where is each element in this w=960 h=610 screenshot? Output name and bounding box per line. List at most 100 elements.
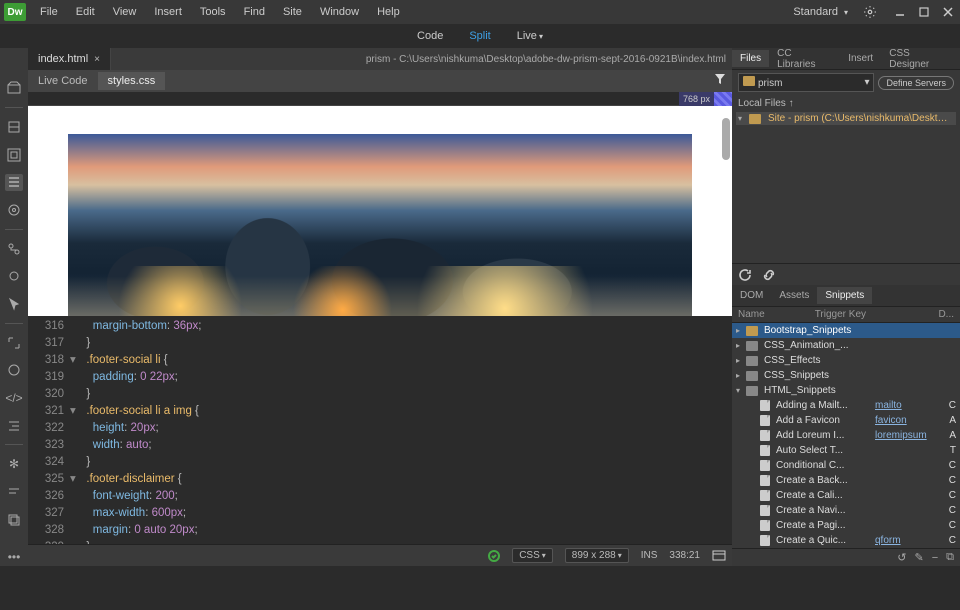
panel-tab-dom[interactable]: DOM bbox=[732, 287, 771, 304]
tool-text-icon[interactable] bbox=[5, 362, 23, 380]
related-files-bar: Live Code styles.css bbox=[28, 70, 732, 92]
tool-manage-icon[interactable] bbox=[5, 80, 23, 98]
snippet-item[interactable]: Create a Back...C bbox=[732, 473, 960, 488]
app-logo: Dw bbox=[4, 3, 26, 21]
menu-help[interactable]: Help bbox=[369, 3, 408, 21]
menu-tools[interactable]: Tools bbox=[192, 3, 234, 21]
workspace-switcher[interactable]: Standard bbox=[785, 3, 856, 21]
snippet-item[interactable]: Add Loreum I...loremipsumA bbox=[732, 428, 960, 443]
tool-list-icon[interactable] bbox=[5, 174, 23, 192]
tool-more-icon[interactable]: ••• bbox=[5, 548, 23, 566]
snippet-folder[interactable]: HTML_Snippets bbox=[732, 383, 960, 398]
define-servers-button[interactable]: Define Servers bbox=[878, 76, 954, 90]
view-code[interactable]: Code bbox=[407, 27, 453, 45]
status-cursor-pos: 338:21 bbox=[669, 550, 700, 561]
snippet-item[interactable]: Create a Cali...C bbox=[732, 488, 960, 503]
files-panel-tabs: Files CC Libraries Insert CSS Designer bbox=[732, 48, 960, 70]
left-toolbar: </> ✻ ••• bbox=[0, 48, 28, 566]
right-panels: Files CC Libraries Insert CSS Designer p… bbox=[732, 48, 960, 566]
tool-sync-icon[interactable] bbox=[5, 268, 23, 286]
sync-settings-icon[interactable] bbox=[862, 4, 878, 20]
tool-settings-icon[interactable] bbox=[5, 201, 23, 219]
foot-sync-icon[interactable]: ↺ bbox=[897, 551, 906, 564]
status-bar: CSS 899 x 288 INS 338:21 bbox=[28, 544, 732, 566]
panel-tab-cc[interactable]: CC Libraries bbox=[769, 45, 840, 73]
menu-window[interactable]: Window bbox=[312, 3, 367, 21]
panel-tab-insert[interactable]: Insert bbox=[840, 50, 881, 67]
snippet-item[interactable]: Auto Select T...T bbox=[732, 443, 960, 458]
snippet-folder[interactable]: CSS_Animation_... bbox=[732, 338, 960, 353]
snippet-item[interactable]: Create a Navi...C bbox=[732, 503, 960, 518]
tool-wrap-icon[interactable] bbox=[5, 118, 23, 136]
filter-icon[interactable] bbox=[714, 73, 726, 85]
panel-tab-snippets[interactable]: Snippets bbox=[817, 287, 872, 304]
status-dimensions[interactable]: 899 x 288 bbox=[565, 548, 629, 563]
link-icon[interactable] bbox=[762, 268, 776, 282]
minimize-icon[interactable] bbox=[892, 4, 908, 20]
status-ok-icon[interactable] bbox=[488, 550, 500, 562]
menu-site[interactable]: Site bbox=[275, 3, 310, 21]
snippet-folder[interactable]: CSS_Effects bbox=[732, 353, 960, 368]
col-trigger[interactable]: Trigger Key bbox=[815, 309, 866, 320]
ruler-breakpoint-icon[interactable] bbox=[714, 92, 732, 106]
subtab-styles[interactable]: styles.css bbox=[98, 72, 166, 90]
preview-scrollbar[interactable] bbox=[722, 118, 730, 160]
col-name[interactable]: Name bbox=[738, 309, 765, 320]
snippet-item[interactable]: Create a Quic...qformC bbox=[732, 533, 960, 548]
titlebar: Dw File Edit View Insert Tools Find Site… bbox=[0, 0, 960, 24]
close-icon[interactable] bbox=[940, 4, 956, 20]
snippets-panel-tabs: DOM Assets Snippets bbox=[732, 285, 960, 307]
hero-image bbox=[68, 134, 692, 316]
tool-indent-icon[interactable] bbox=[5, 417, 23, 435]
local-files-header[interactable]: Local Files ↑ bbox=[732, 95, 960, 112]
tool-format-icon[interactable] bbox=[5, 483, 23, 501]
subtab-livecode[interactable]: Live Code bbox=[28, 72, 98, 90]
panel-tab-assets[interactable]: Assets bbox=[771, 287, 817, 304]
site-dropdown[interactable]: prism▾ bbox=[738, 73, 874, 92]
menu-insert[interactable]: Insert bbox=[146, 3, 190, 21]
snippet-item[interactable]: Adding a Mailt...mailtoC bbox=[732, 398, 960, 413]
status-preview-icon[interactable] bbox=[712, 550, 726, 562]
panel-actions bbox=[732, 263, 960, 285]
snippet-item[interactable]: Conditional C...C bbox=[732, 458, 960, 473]
status-insert-mode[interactable]: INS bbox=[641, 550, 658, 561]
menu-view[interactable]: View bbox=[105, 3, 145, 21]
foot-new-icon[interactable]: ✎ bbox=[914, 551, 923, 564]
status-language[interactable]: CSS bbox=[512, 548, 553, 563]
tab-close-icon[interactable]: × bbox=[94, 54, 100, 65]
tool-layers-icon[interactable] bbox=[5, 511, 23, 529]
view-live[interactable]: Live bbox=[507, 27, 553, 45]
menu-file[interactable]: File bbox=[32, 3, 66, 21]
file-tab[interactable]: index.html × bbox=[28, 48, 111, 70]
maximize-icon[interactable] bbox=[916, 4, 932, 20]
snippets-columns: Name Trigger Key D... bbox=[732, 307, 960, 323]
menu-edit[interactable]: Edit bbox=[68, 3, 103, 21]
tool-select-icon[interactable] bbox=[5, 295, 23, 313]
panel-tab-files[interactable]: Files bbox=[732, 50, 769, 67]
snippet-folder[interactable]: CSS_Snippets bbox=[732, 368, 960, 383]
panel-tab-cssd[interactable]: CSS Designer bbox=[881, 45, 960, 73]
menu-find[interactable]: Find bbox=[236, 3, 273, 21]
snippet-item[interactable]: Create a Pagi...C bbox=[732, 518, 960, 533]
tool-star-icon[interactable]: ✻ bbox=[5, 455, 23, 473]
view-split[interactable]: Split bbox=[459, 27, 500, 45]
foot-minus-icon[interactable]: − bbox=[932, 552, 938, 564]
tool-code-icon[interactable]: </> bbox=[5, 389, 23, 407]
folder-icon bbox=[749, 114, 761, 124]
ruler-width-label: 768 px bbox=[679, 92, 714, 106]
live-preview[interactable] bbox=[28, 106, 732, 316]
file-tree[interactable]: Site - prism (C:\Users\nishkuma\Desktop\… bbox=[732, 112, 960, 125]
snippet-folder[interactable]: Bootstrap_Snippets bbox=[732, 323, 960, 338]
tool-git-icon[interactable] bbox=[5, 240, 23, 258]
ruler[interactable]: 768 px bbox=[28, 92, 732, 106]
tool-dom-icon[interactable] bbox=[5, 146, 23, 164]
document-path: prism - C:\Users\nishkuma\Desktop\adobe-… bbox=[366, 54, 732, 65]
site-root-row[interactable]: Site - prism (C:\Users\nishkuma\Desktop\… bbox=[736, 112, 956, 125]
col-d[interactable]: D... bbox=[938, 309, 954, 320]
foot-open-icon[interactable]: ⧉ bbox=[946, 551, 954, 564]
tool-expand-icon[interactable] bbox=[5, 334, 23, 352]
refresh-icon[interactable] bbox=[738, 268, 752, 282]
snippet-item[interactable]: Add a FaviconfaviconA bbox=[732, 413, 960, 428]
snippets-tree[interactable]: Bootstrap_SnippetsCSS_Animation_...CSS_E… bbox=[732, 323, 960, 548]
code-editor[interactable]: 316 margin-bottom: 36px;317 }318▾ .foote… bbox=[28, 316, 732, 544]
